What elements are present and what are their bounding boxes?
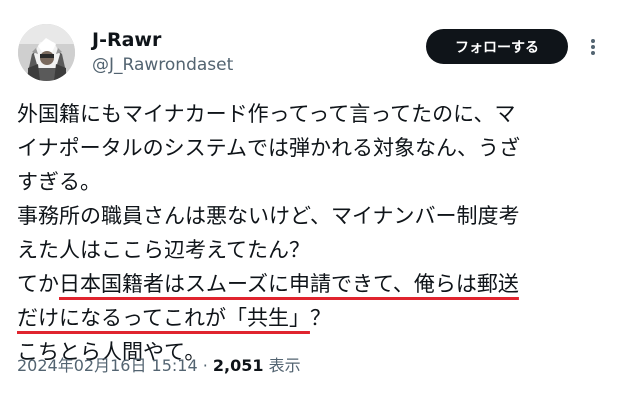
tweet-line: えた人はここら辺考えてたん？ — [17, 238, 310, 262]
more-options-button[interactable] — [584, 33, 602, 61]
display-name[interactable]: J-Rawr — [92, 28, 161, 52]
follow-button[interactable]: フォローする — [426, 29, 568, 64]
user-handle[interactable]: @J_Rawrondaset — [92, 54, 233, 76]
tweet-text: 外国籍にもマイナカード作ってって言ってたのに、マ イナポータルのシステムでは弾か… — [17, 97, 609, 369]
tweet-line: すぎる。 — [17, 170, 101, 194]
tweet-line: 外国籍にもマイナカード作ってって言ってたのに、マ — [17, 102, 516, 126]
tweet-card: J-Rawr @J_Rawrondaset フォローする 外国籍にもマイナカード… — [0, 0, 620, 409]
tweet-line: だけになるってこれが「共生」？ — [17, 301, 609, 335]
view-count: 2,051 — [212, 356, 264, 375]
more-vertical-icon — [591, 39, 595, 55]
meta-separator: · — [197, 356, 213, 375]
view-label: 表示 — [263, 356, 301, 375]
avatar[interactable] — [18, 24, 75, 81]
tweet-line: 事務所の職員さんは悪ないけど、マイナンバー制度考 — [17, 204, 520, 228]
tweet-meta: 2024年02月16日 15:14 · 2,051 表示 — [17, 355, 301, 377]
underlined-text: 日本国籍者はスムーズに申請できて、俺らは郵送 — [59, 272, 519, 296]
tweet-line: てか日本国籍者はスムーズに申請できて、俺らは郵送 — [17, 267, 609, 301]
tweet-line-prefix: てか — [17, 272, 59, 296]
underlined-text: だけになるってこれが「共生」 — [17, 306, 310, 330]
tweet-line-suffix: ？ — [309, 306, 331, 330]
tweet-line: イナポータルのシステムでは弾かれる対象なん、うざ — [17, 136, 520, 160]
profile-photo-icon — [18, 24, 75, 81]
timestamp-link[interactable]: 2024年02月16日 15:14 — [17, 356, 198, 375]
